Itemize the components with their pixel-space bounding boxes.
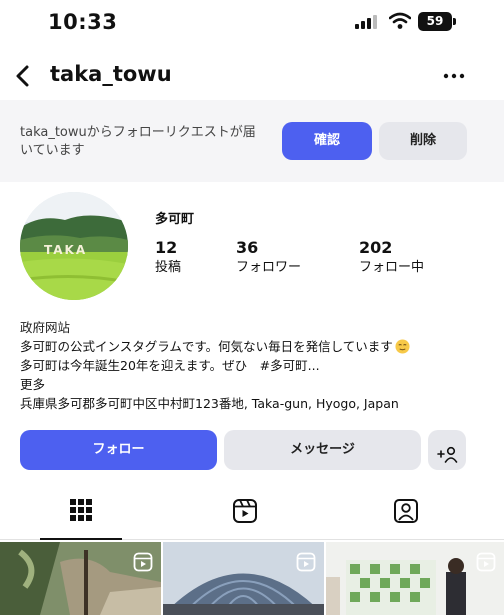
stat-posts[interactable]: 12 投稿	[155, 238, 181, 278]
profile-actions: フォロー メッセージ	[0, 430, 504, 472]
grid-post[interactable]	[163, 542, 324, 615]
page-title: taka_towu	[50, 62, 172, 86]
bio-category: 政府网站	[20, 320, 71, 335]
stat-following-label: フォロー中	[359, 260, 425, 275]
battery-cap	[453, 18, 456, 25]
grid-post[interactable]	[0, 542, 161, 615]
stat-following[interactable]: 202 フォロー中	[359, 238, 424, 278]
follow-request-text: taka_towuからフォローリクエストが届いています	[20, 125, 256, 158]
reels-icon	[476, 552, 496, 572]
tab-reels[interactable]	[164, 488, 328, 540]
stat-following-count: 202	[359, 238, 393, 257]
wifi-icon	[389, 12, 411, 29]
avatar[interactable]: TAKA	[20, 192, 128, 300]
chevron-left-icon[interactable]	[10, 62, 38, 90]
post-grid	[0, 542, 504, 615]
avatar-sign-text: TAKA	[44, 243, 87, 257]
relieved-face-emoji-icon	[395, 339, 410, 354]
bio-line-1: 多可町の公式インスタグラムです。何気ない毎日を発信しています	[20, 339, 393, 354]
stat-posts-count: 12	[155, 238, 178, 257]
status-time: 10:33	[48, 10, 118, 34]
active-tab-indicator	[40, 538, 122, 540]
tab-grid[interactable]	[0, 488, 164, 540]
status-bar: 10:33 59	[0, 0, 504, 46]
stat-posts-label: 投稿	[155, 260, 182, 275]
avatar-image: TAKA	[20, 192, 128, 300]
bio-address[interactable]: 兵庫県多可郡多可町中区中村町123番地, Taka-gun, Hyogo, Ja…	[20, 394, 490, 413]
grid-post[interactable]	[326, 542, 504, 615]
battery-icon: 59	[418, 12, 452, 31]
nav-bar: taka_towu	[0, 56, 504, 98]
message-button[interactable]: メッセージ	[224, 430, 421, 470]
reels-icon	[233, 499, 257, 523]
tab-tagged[interactable]	[328, 488, 492, 540]
tagged-person-icon	[394, 499, 418, 523]
stat-followers-count: 36	[236, 238, 259, 257]
add-person-icon	[437, 446, 458, 463]
delete-button[interactable]: 削除	[379, 122, 467, 160]
bio-more-link[interactable]: 更多	[20, 375, 490, 394]
bio-line-2: 多可町は今年誕生20年を迎えます。ぜひ #多可町...	[20, 358, 320, 373]
bio-line: 多可町の公式インスタグラムです。何気ない毎日を発信しています	[20, 337, 490, 356]
profile-name: 多可町	[155, 212, 195, 227]
grid-icon	[70, 499, 92, 521]
confirm-button[interactable]: 確認	[282, 122, 372, 160]
stat-followers-label: フォロワー	[236, 260, 302, 275]
follow-button[interactable]: フォロー	[20, 430, 217, 470]
more-horizontal-icon[interactable]	[440, 62, 468, 90]
stat-followers[interactable]: 36 フォロワー	[236, 238, 301, 278]
add-user-button[interactable]	[428, 430, 466, 470]
profile-tabs	[0, 488, 504, 540]
reels-icon	[133, 552, 153, 572]
signal-icon	[355, 15, 377, 29]
reels-icon	[296, 552, 316, 572]
bio: 政府网站 多可町の公式インスタグラムです。何気ない毎日を発信しています 多可町は…	[20, 318, 490, 413]
follow-request-banner: taka_towuからフォローリクエストが届いています 確認 削除	[0, 100, 504, 182]
